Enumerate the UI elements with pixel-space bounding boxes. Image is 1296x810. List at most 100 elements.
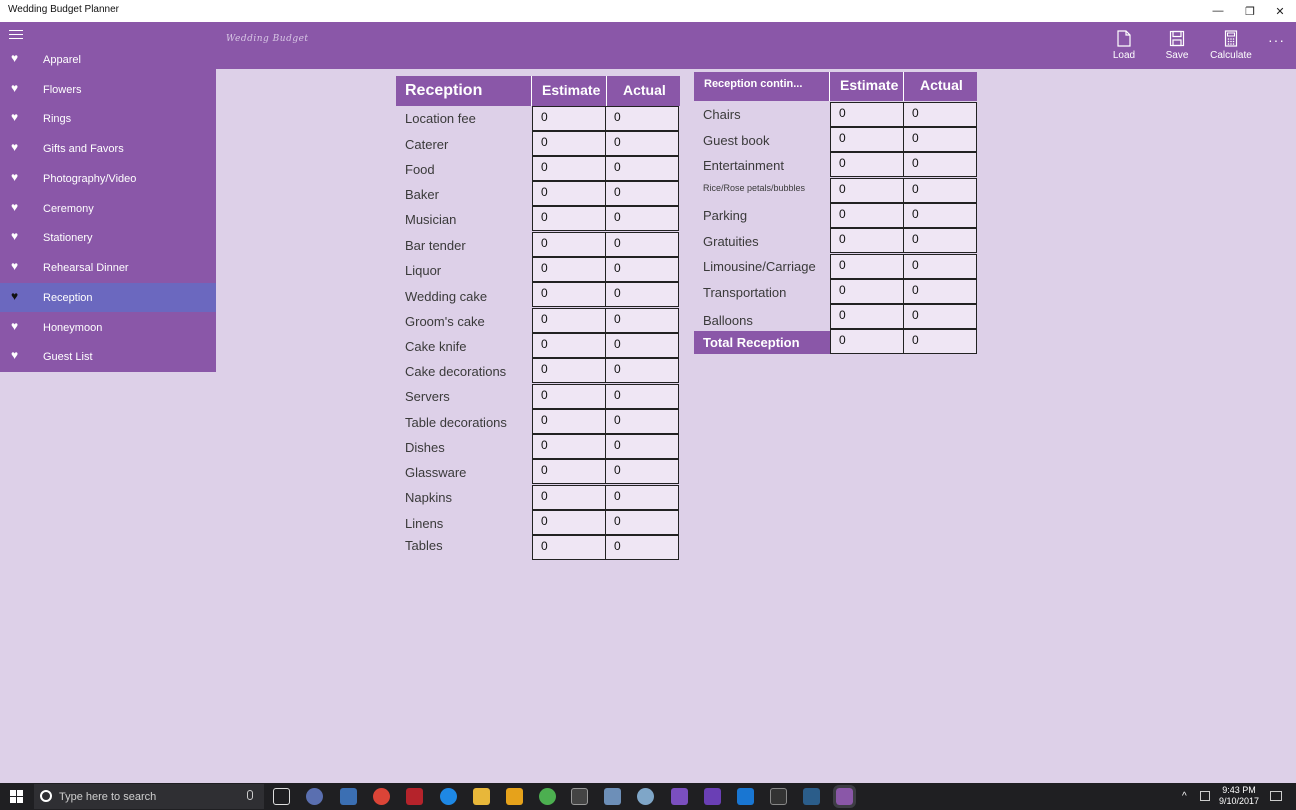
actual-input[interactable]: 0: [605, 409, 679, 434]
actual-input[interactable]: 0: [605, 232, 679, 257]
actual-input[interactable]: 0: [605, 181, 679, 206]
sidebar-item-photography-video[interactable]: ♥ Photography/Video: [0, 164, 216, 193]
task-view-icon[interactable]: [273, 788, 290, 805]
actual-input[interactable]: 0: [903, 178, 977, 203]
actual-input[interactable]: 0: [605, 434, 679, 459]
app-icon[interactable]: [770, 788, 787, 805]
file-explorer-icon[interactable]: [473, 788, 490, 805]
tray-chevron-icon[interactable]: ^: [1182, 791, 1187, 802]
estimate-input[interactable]: 0: [532, 358, 606, 383]
actual-input[interactable]: 0: [903, 152, 977, 177]
sidebar-item-guest-list[interactable]: ♥ Guest List: [0, 342, 216, 371]
app-icon[interactable]: [604, 788, 621, 805]
star-app-icon[interactable]: [506, 788, 523, 805]
actual-input[interactable]: 0: [605, 156, 679, 181]
actual-input[interactable]: 0: [605, 282, 679, 307]
actual-input[interactable]: 0: [903, 127, 977, 152]
actual-input[interactable]: 0: [605, 510, 679, 535]
sidebar-item-stationery[interactable]: ♥ Stationery: [0, 223, 216, 252]
chrome-icon[interactable]: [373, 788, 390, 805]
actual-input[interactable]: 0: [605, 308, 679, 333]
estimate-input[interactable]: 0: [830, 127, 904, 152]
actual-input[interactable]: 0: [605, 106, 679, 131]
actual-input[interactable]: 0: [605, 131, 679, 156]
sidebar-item-gifts-and-favors[interactable]: ♥ Gifts and Favors: [0, 134, 216, 163]
estimate-input[interactable]: 0: [830, 203, 904, 228]
window-title: Wedding Budget Planner: [8, 4, 120, 15]
actual-input[interactable]: 0: [605, 358, 679, 383]
estimate-input[interactable]: 0: [532, 510, 606, 535]
estimate-input[interactable]: 0: [830, 254, 904, 279]
estimate-input[interactable]: 0: [532, 384, 606, 409]
sidebar-item-apparel[interactable]: ♥ Apparel: [0, 45, 216, 74]
calculate-button[interactable]: Calculate: [1206, 30, 1256, 61]
estimate-input[interactable]: 0: [830, 178, 904, 203]
restore-button[interactable]: ❐: [1234, 0, 1266, 22]
more-options-button[interactable]: ···: [1268, 32, 1285, 48]
estimate-input[interactable]: 0: [532, 485, 606, 510]
load-button[interactable]: Load: [1099, 30, 1149, 61]
actual-input[interactable]: 0: [903, 228, 977, 253]
actual-input[interactable]: 0: [903, 254, 977, 279]
windows-start-icon[interactable]: [10, 790, 23, 803]
network-icon[interactable]: [1200, 791, 1210, 801]
estimate-input[interactable]: 0: [532, 181, 606, 206]
save-button[interactable]: Save: [1152, 30, 1202, 61]
estimate-input[interactable]: 0: [830, 304, 904, 329]
estimate-input[interactable]: 0: [532, 232, 606, 257]
actual-input[interactable]: 0: [605, 535, 679, 560]
actual-input[interactable]: 0: [605, 257, 679, 282]
visual-studio-icon[interactable]: [704, 788, 721, 805]
actual-input[interactable]: 0: [605, 459, 679, 484]
estimate-input[interactable]: 0: [532, 434, 606, 459]
sidebar-item-ceremony[interactable]: ♥ Ceremony: [0, 194, 216, 223]
estimate-input[interactable]: 0: [830, 228, 904, 253]
hamburger-menu-button[interactable]: [9, 30, 23, 40]
estimate-input[interactable]: 0: [532, 156, 606, 181]
app-icon[interactable]: [637, 788, 654, 805]
row-label-napkins: Napkins: [405, 490, 452, 505]
terminal-icon[interactable]: [571, 788, 588, 805]
sidebar-item-honeymoon[interactable]: ♥ Honeymoon: [0, 313, 216, 342]
edge-icon[interactable]: [440, 788, 457, 805]
app-icon[interactable]: [306, 788, 323, 805]
vscode-icon[interactable]: [737, 788, 754, 805]
app-icon[interactable]: [406, 788, 423, 805]
notification-icon[interactable]: [1270, 791, 1282, 801]
estimate-input[interactable]: 0: [532, 282, 606, 307]
estimate-input[interactable]: 0: [830, 102, 904, 127]
sidebar-item-rings[interactable]: ♥ Rings: [0, 104, 216, 133]
taskbar-search-box[interactable]: Type here to search: [34, 784, 264, 809]
steam-icon[interactable]: [803, 788, 820, 805]
close-button[interactable]: ✕: [1264, 0, 1296, 22]
taskbar-clock[interactable]: 9:43 PM 9/10/2017: [1216, 785, 1262, 807]
app-icon[interactable]: [539, 788, 556, 805]
visual-studio-icon[interactable]: [671, 788, 688, 805]
actual-input[interactable]: 0: [903, 102, 977, 127]
sidebar-item-reception[interactable]: ♥ Reception: [0, 283, 216, 312]
actual-input[interactable]: 0: [903, 279, 977, 304]
estimate-input[interactable]: 0: [532, 257, 606, 282]
estimate-input[interactable]: 0: [532, 459, 606, 484]
estimate-input[interactable]: 0: [532, 206, 606, 231]
estimate-input[interactable]: 0: [532, 308, 606, 333]
minimize-button[interactable]: —: [1202, 0, 1234, 22]
actual-input[interactable]: 0: [605, 384, 679, 409]
estimate-input[interactable]: 0: [532, 106, 606, 131]
actual-input[interactable]: 0: [605, 485, 679, 510]
estimate-input[interactable]: 0: [532, 131, 606, 156]
mail-icon[interactable]: [340, 788, 357, 805]
estimate-input[interactable]: 0: [532, 333, 606, 358]
microphone-icon[interactable]: [247, 790, 253, 800]
estimate-input[interactable]: 0: [830, 152, 904, 177]
actual-input[interactable]: 0: [605, 333, 679, 358]
sidebar-item-rehearsal-dinner[interactable]: ♥ Rehearsal Dinner: [0, 253, 216, 282]
sidebar-item-flowers[interactable]: ♥ Flowers: [0, 75, 216, 104]
actual-input[interactable]: 0: [903, 304, 977, 329]
actual-input[interactable]: 0: [903, 203, 977, 228]
estimate-input[interactable]: 0: [532, 409, 606, 434]
estimate-input[interactable]: 0: [830, 279, 904, 304]
estimate-input[interactable]: 0: [532, 535, 606, 560]
actual-input[interactable]: 0: [605, 206, 679, 231]
wedding-budget-app-icon[interactable]: [833, 785, 856, 808]
